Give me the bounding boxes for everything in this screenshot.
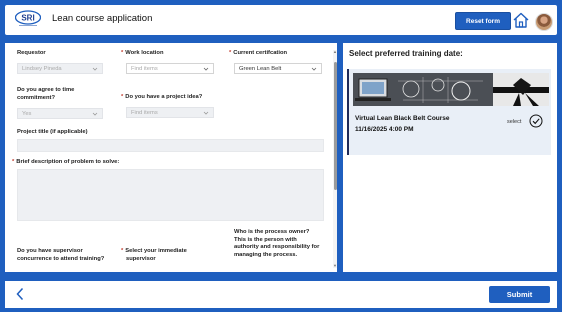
form-scrollbar[interactable]: ▲ ▼ [333, 50, 337, 268]
project-idea-placeholder: Find items [131, 109, 158, 116]
select-label: select [507, 119, 522, 125]
svg-text:SRI: SRI [21, 13, 34, 22]
requestor-value: Lindsey Pineda [22, 65, 62, 72]
check-circle-icon[interactable] [529, 114, 543, 128]
course-card[interactable]: Virtual Lean Black Belt Course 11/16/202… [347, 69, 551, 155]
requestor-label: Requestor [17, 50, 46, 56]
home-icon[interactable] [512, 11, 530, 29]
requestor-field[interactable]: Lindsey Pineda [17, 63, 103, 74]
sri-logo: SRI [15, 10, 41, 26]
course-date: 11/16/2025 4:00 PM [355, 126, 414, 133]
current-cert-field[interactable]: Green Lean Belt [234, 63, 322, 74]
current-cert-label: * Current certifcation [229, 50, 288, 56]
course-name: Virtual Lean Black Belt Course [355, 115, 450, 122]
project-idea-label: * Do you have a project idea? [121, 94, 203, 100]
chevron-down-icon [311, 67, 317, 71]
chevron-down-icon [203, 67, 209, 71]
reset-form-button[interactable]: Reset form [455, 12, 511, 30]
scroll-thumb[interactable] [333, 62, 337, 190]
problem-desc-input[interactable] [17, 169, 324, 221]
work-location-label: * Work location [121, 50, 164, 56]
work-location-field[interactable]: Find items [126, 63, 214, 74]
project-idea-field[interactable]: Find items [126, 107, 214, 118]
avatar[interactable] [535, 13, 553, 31]
form-panel: Requestor Lindsey Pineda * Work location … [5, 43, 337, 272]
process-owner-label: Who is the process owner? This is the pe… [234, 229, 320, 258]
time-commitment-label: Do you agree to time commitment? [17, 87, 75, 101]
problem-desc-label: * Brief description of problem to solve: [12, 159, 120, 165]
immediate-supervisor-label: * Select your immediate supervisor [121, 248, 187, 262]
work-location-placeholder: Find items [131, 65, 158, 72]
chevron-down-icon [92, 67, 98, 71]
training-panel: Select preferred training date: Virtual … [343, 43, 557, 272]
chevron-down-icon [92, 112, 98, 116]
course-image [353, 73, 549, 106]
scroll-up-icon[interactable]: ▲ [333, 50, 337, 54]
bottom-bar: Submit [5, 281, 557, 308]
submit-button[interactable]: Submit [489, 286, 550, 303]
chevron-down-icon [203, 111, 209, 115]
project-title-label: Project title (if applicable) [17, 129, 88, 135]
current-cert-value: Green Lean Belt [239, 65, 282, 72]
course-image-art [353, 73, 549, 106]
training-title: Select preferred training date: [349, 49, 463, 58]
time-commitment-value: Yes [22, 110, 32, 117]
scroll-down-icon[interactable]: ▼ [333, 264, 337, 268]
back-chevron-icon[interactable] [15, 287, 25, 301]
app-title: Lean course application [52, 13, 153, 24]
supervisor-concurrence-label: Do you have supervisor concurrence to at… [17, 248, 105, 262]
top-bar: SRI Lean course application Reset form [5, 5, 557, 35]
time-commitment-field[interactable]: Yes [17, 108, 103, 119]
project-title-input[interactable] [17, 139, 324, 152]
